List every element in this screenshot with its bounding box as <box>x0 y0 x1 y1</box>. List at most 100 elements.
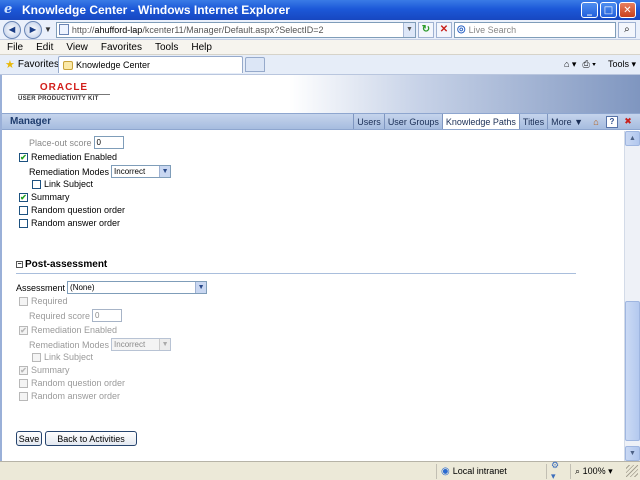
home-icon[interactable]: ⌂ <box>590 116 602 128</box>
refresh-icon[interactable]: ↻ <box>417 21 434 38</box>
scroll-down-icon[interactable]: ▼ <box>625 446 640 461</box>
post-random-answer-checkbox[interactable] <box>19 391 28 401</box>
menu-edit[interactable]: Edit <box>29 42 59 53</box>
manager-nav-bar: Manager Users User Groups Knowledge Path… <box>2 113 640 130</box>
ie-logo-icon: e <box>4 2 13 17</box>
window-titlebar: e Knowledge Center - Windows Internet Ex… <box>0 0 640 20</box>
home-icon[interactable]: ⌂ ▾ <box>564 59 576 70</box>
manager-title: Manager <box>10 116 52 127</box>
post-link-subject-row: Link Subject <box>32 352 93 362</box>
post-random-answer-label: Random answer order <box>31 391 121 401</box>
security-zone[interactable]: ◉ Local intranet <box>436 463 546 479</box>
menu-tools[interactable]: Tools <box>148 42 184 53</box>
tab-knowledge-center[interactable]: Knowledge Center <box>58 56 243 73</box>
zoom-icon: ⌕ <box>575 465 581 476</box>
required-score-row: Required score 0 <box>29 309 123 322</box>
collapse-icon[interactable]: − <box>16 261 23 268</box>
maximize-button[interactable]: □ <box>600 2 617 18</box>
help-icon[interactable]: ? <box>606 115 618 128</box>
tools-menu-button[interactable]: Tools ▾ <box>602 59 636 70</box>
nav-users[interactable]: Users <box>353 114 384 129</box>
stop-icon[interactable]: ✕ <box>435 21 452 38</box>
back-to-activities-button[interactable]: Back to Activities <box>45 431 137 446</box>
favorites-star-icon: ★ <box>5 59 15 71</box>
new-tab-button[interactable] <box>245 57 265 72</box>
nav-knowledge-paths[interactable]: Knowledge Paths <box>441 114 519 129</box>
remediation-modes-label: Remediation Modes <box>29 166 110 177</box>
remediation-enabled-row: ✔ Remediation Enabled <box>19 152 117 162</box>
required-score-input[interactable]: 0 <box>92 309 123 322</box>
post-remediation-enabled-checkbox[interactable]: ✔ <box>19 325 28 335</box>
menu-favorites[interactable]: Favorites <box>94 42 148 53</box>
favorites-button[interactable]: ★ Favorites <box>0 58 59 71</box>
menu-view[interactable]: View <box>59 42 94 53</box>
post-link-subject-label: Link Subject <box>44 352 94 362</box>
search-magnifier-icon[interactable]: ⌕ <box>617 21 636 38</box>
random-answer-checkbox[interactable] <box>19 218 28 228</box>
address-dropdown-icon[interactable]: ▼ <box>402 22 415 37</box>
placeout-score-input[interactable]: 0 <box>93 136 124 149</box>
print-icon[interactable]: ⎙ ▾ <box>582 59 595 70</box>
chevron-down-icon: ▼ <box>195 282 207 293</box>
remediation-modes-row: Remediation Modes Incorrect ▼ <box>29 165 172 178</box>
search-placeholder: Live Search <box>468 24 517 35</box>
random-question-checkbox[interactable] <box>19 205 28 215</box>
post-assessment-heading[interactable]: − Post-assessment <box>16 259 107 270</box>
remediation-modes-select[interactable]: Incorrect ▼ <box>111 165 172 178</box>
post-link-subject-checkbox[interactable] <box>32 352 41 362</box>
menu-file[interactable]: File <box>0 42 29 53</box>
post-remediation-modes-select[interactable]: Incorrect ▼ <box>111 338 172 351</box>
nav-titles[interactable]: Titles <box>518 114 547 129</box>
address-toolbar: ◄ ► ▼ http://ahufford-lap/kcenter11/Mana… <box>0 20 640 40</box>
zoom-control[interactable]: ⌕ 100% ▾ <box>570 463 626 479</box>
resize-grip-icon[interactable] <box>626 465 638 477</box>
globe-icon: ◉ <box>441 465 450 477</box>
post-summary-row: ✔ Summary <box>19 365 70 375</box>
post-remediation-modes-label: Remediation Modes <box>29 339 110 350</box>
post-remediation-enabled-row: ✔ Remediation Enabled <box>19 325 117 335</box>
minimize-button[interactable]: _ <box>581 2 598 18</box>
menu-bar: File Edit View Favorites Tools Help <box>0 40 640 55</box>
menu-help[interactable]: Help <box>184 42 218 53</box>
post-random-question-checkbox[interactable] <box>19 378 28 388</box>
page-header: ORACLE USER PRODUCTIVITY KIT <box>2 75 640 113</box>
nav-more[interactable]: More ▼ <box>547 114 586 129</box>
manager-nav-links: Users User Groups Knowledge Paths Titles… <box>353 114 640 129</box>
search-input[interactable]: ◎ Live Search <box>453 21 616 38</box>
required-score-label: Required score <box>29 310 91 321</box>
remediation-enabled-checkbox[interactable]: ✔ <box>19 152 28 162</box>
post-random-question-label: Random question order <box>31 378 126 388</box>
section-divider <box>16 273 576 274</box>
content-scroll-area: Place-out score 0 ✔ Remediation Enabled … <box>2 131 624 461</box>
close-button[interactable]: ✕ <box>619 2 636 18</box>
required-row: Required <box>19 296 68 306</box>
live-search-icon: ◎ <box>456 24 466 35</box>
nav-user-groups[interactable]: User Groups <box>383 114 442 129</box>
forward-arrow-icon[interactable]: ► <box>24 20 42 39</box>
save-button[interactable]: Save <box>16 431 42 446</box>
tab-page-icon <box>63 60 73 70</box>
scrollbar-thumb[interactable] <box>625 301 640 441</box>
link-subject-label: Link Subject <box>44 179 94 189</box>
protected-mode-icon[interactable]: ⚙ ▾ <box>546 460 570 480</box>
assessment-row: Assessment (None) ▼ <box>16 281 208 294</box>
link-subject-checkbox[interactable] <box>32 179 41 189</box>
chevron-down-icon: ▼ <box>159 166 171 177</box>
address-input[interactable]: http://ahufford-lap/kcenter11/Manager/De… <box>55 21 416 38</box>
summary-checkbox[interactable]: ✔ <box>19 192 28 202</box>
random-answer-row: Random answer order <box>19 218 120 228</box>
command-bar: ⌂ ▾ ⎙ ▾ Tools ▾ <box>558 59 640 70</box>
history-dropdown-icon[interactable]: ▼ <box>44 25 52 34</box>
required-checkbox[interactable] <box>19 296 28 306</box>
back-arrow-icon[interactable]: ◄ <box>3 20 21 39</box>
logout-icon[interactable]: ✖ <box>622 116 634 128</box>
status-bar: ◉ Local intranet ⚙ ▾ ⌕ 100% ▾ <box>0 460 640 480</box>
assessment-select[interactable]: (None) ▼ <box>67 281 208 294</box>
post-summary-checkbox[interactable]: ✔ <box>19 365 28 375</box>
placeout-score-label: Place-out score <box>29 137 92 148</box>
assessment-label: Assessment <box>16 282 66 293</box>
vertical-scrollbar[interactable]: ▲ ▼ <box>624 131 640 461</box>
page-viewport: ORACLE USER PRODUCTIVITY KIT Manager Use… <box>0 75 640 461</box>
scroll-up-icon[interactable]: ▲ <box>625 131 640 146</box>
summary-row: ✔ Summary <box>19 192 70 202</box>
